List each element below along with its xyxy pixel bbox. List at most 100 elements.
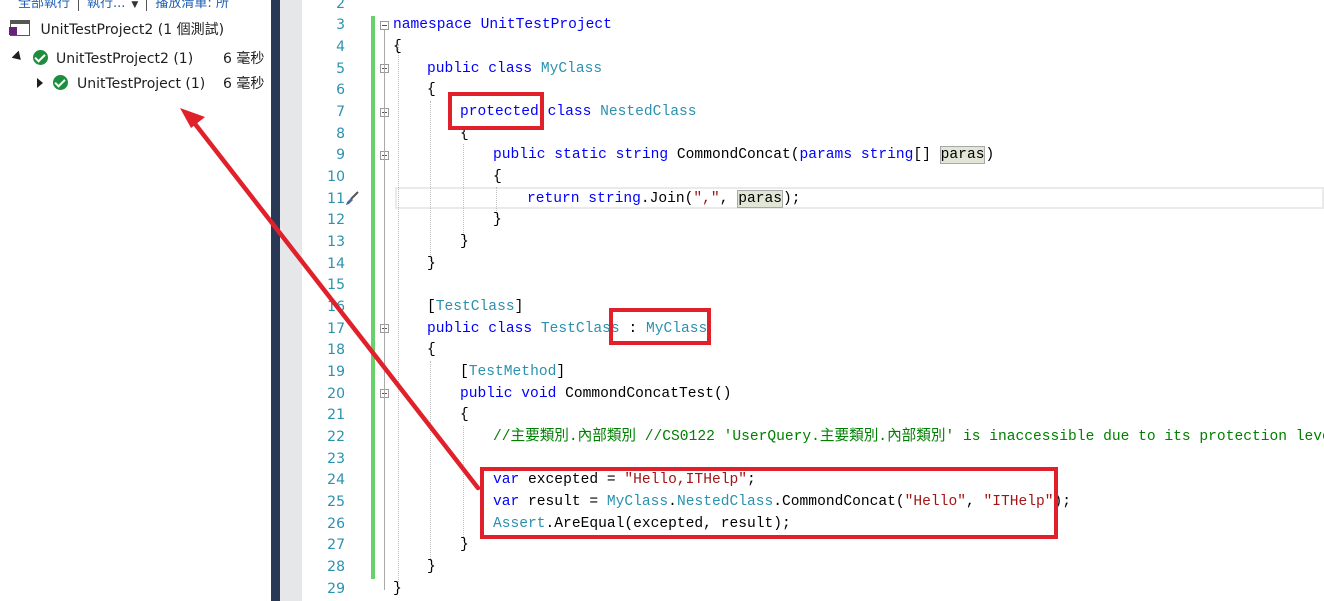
collapse-triangle-icon[interactable] xyxy=(11,48,25,70)
toolbar-separator xyxy=(78,0,80,11)
line-number: 8 xyxy=(336,126,345,142)
test-explorer-panel: 全部執行 執行... ▼ 播放清單: 所 UnitTestProject2 (1 個測… xyxy=(0,0,271,601)
indent-guide xyxy=(463,144,464,239)
line-number: 14 xyxy=(327,256,345,272)
comment-token: //主要類別.內部類別 //CS0122 'UserQuery.主要類別.內部類… xyxy=(493,429,1324,445)
tree-item-unittestproject2[interactable]: UnitTestProject2 (1) 6 毫秒 xyxy=(0,48,271,70)
punct-token: ] xyxy=(556,364,566,380)
line-number: 7 xyxy=(336,104,345,120)
keyword-token: return string xyxy=(527,191,641,207)
test-summary-label: UnitTestProject2 (1 個測試) xyxy=(40,22,225,38)
line-number: 27 xyxy=(327,537,345,553)
indent-guide xyxy=(430,361,431,561)
panel-splitter[interactable] xyxy=(271,0,280,601)
type-token: MyClass xyxy=(540,61,603,77)
code-line-11: return string.Join(",", paras); xyxy=(527,188,801,210)
line-number: 2 xyxy=(336,0,345,12)
brace-token: } xyxy=(427,559,436,575)
method-token: CommondConcat( xyxy=(676,147,800,163)
line-number: 4 xyxy=(336,39,345,55)
punct-token: ] xyxy=(514,299,524,315)
brace-token: } xyxy=(493,212,502,228)
line-number: 20 xyxy=(327,386,345,402)
code-line-27: } xyxy=(460,534,469,556)
punct-token: [] xyxy=(913,147,940,163)
line-number: 22 xyxy=(327,429,345,445)
code-line-3: namespace UnitTestProject xyxy=(393,14,612,36)
fold-toggle-icon[interactable] xyxy=(380,21,389,30)
brace-token: { xyxy=(393,39,402,55)
line-number: 17 xyxy=(327,321,345,337)
attribute-token: TestMethod xyxy=(468,364,557,380)
line-number: 6 xyxy=(336,82,345,98)
punct-token: ); xyxy=(783,191,801,207)
brace-token: } xyxy=(427,256,436,272)
keyword-token: public class xyxy=(427,321,541,337)
line-number: 18 xyxy=(327,342,345,358)
code-line-14: } xyxy=(427,253,436,275)
code-line-6: { xyxy=(427,79,436,101)
test-duration: 6 毫秒 xyxy=(223,76,265,92)
code-line-12: } xyxy=(493,209,502,231)
brace-token: } xyxy=(460,234,469,250)
punct-token: ) xyxy=(985,147,995,163)
string-token: "," xyxy=(693,191,720,207)
run-dropdown[interactable]: 執行... xyxy=(87,0,125,11)
line-number: 13 xyxy=(327,234,345,250)
toolbar-separator xyxy=(146,0,148,11)
keyword-token: namespace UnitTestProject xyxy=(393,17,612,33)
test-project-icon xyxy=(9,20,30,36)
chevron-down-icon[interactable]: ▼ xyxy=(131,0,138,10)
code-line-13: } xyxy=(460,231,469,253)
line-number: 9 xyxy=(336,147,345,163)
line-number: 29 xyxy=(327,581,345,597)
tree-item-label: UnitTestProject2 (1) xyxy=(56,51,194,67)
expand-triangle-icon[interactable] xyxy=(37,73,43,95)
line-number: 24 xyxy=(327,472,345,488)
test-explorer-toolbar: 全部執行 執行... ▼ 播放清單: 所 xyxy=(0,0,271,11)
playlist-dropdown[interactable]: 播放清單: 所 xyxy=(155,0,229,11)
indent-guide xyxy=(398,44,399,582)
attribute-token: TestClass xyxy=(435,299,515,315)
keyword-token: public class xyxy=(427,61,541,77)
line-number: 5 xyxy=(336,61,345,77)
code-line-9: public static string CommondConcat(param… xyxy=(493,144,994,166)
indent-guide xyxy=(430,101,431,261)
brace-token: { xyxy=(493,169,502,185)
method-token: .Join( xyxy=(640,191,694,207)
brace-token: } xyxy=(460,537,469,553)
line-number: 3 xyxy=(336,17,345,33)
code-line-20: public void CommondConcatTest() xyxy=(460,383,732,405)
line-number: 11 xyxy=(327,191,345,207)
line-number: 28 xyxy=(327,559,345,575)
code-line-10: { xyxy=(493,166,502,188)
passed-check-icon xyxy=(53,73,68,95)
change-tracking-bar xyxy=(371,16,375,579)
code-line-5: public class MyClass xyxy=(427,58,602,80)
brace-token: { xyxy=(427,82,436,98)
brace-token: { xyxy=(427,342,436,358)
keyword-token: public void xyxy=(460,386,566,402)
code-line-29: } xyxy=(393,578,402,600)
line-number: 19 xyxy=(327,364,345,380)
run-all-link[interactable]: 全部執行 xyxy=(18,0,70,11)
tree-item-unittestproject[interactable]: UnitTestProject (1) 6 毫秒 xyxy=(0,73,271,95)
quick-actions-brush-icon[interactable] xyxy=(344,190,360,206)
annotation-box-test-body xyxy=(480,467,1058,539)
keyword-token: class xyxy=(538,104,601,120)
tree-item-label: UnitTestProject (1) xyxy=(77,76,206,92)
code-line-22: //主要類別.內部類別 //CS0122 'UserQuery.主要類別.內部類… xyxy=(493,426,1324,448)
line-number: 15 xyxy=(327,277,345,293)
method-token: CommondConcatTest() xyxy=(565,386,732,402)
line-number: 21 xyxy=(327,407,345,423)
code-line-4: { xyxy=(393,36,402,58)
brace-token: } xyxy=(393,581,402,597)
fold-line xyxy=(384,30,385,590)
keyword-token: public static string xyxy=(493,147,677,163)
test-summary-row[interactable]: UnitTestProject2 (1 個測試) xyxy=(9,19,225,41)
line-number: 12 xyxy=(327,212,345,228)
code-line-18: { xyxy=(427,339,436,361)
code-editor[interactable]: 2 3 4 5 6 7 8 9 10 11 12 13 14 15 16 17 … xyxy=(302,0,1324,601)
line-number: 16 xyxy=(327,299,345,315)
code-line-28: } xyxy=(427,556,436,578)
